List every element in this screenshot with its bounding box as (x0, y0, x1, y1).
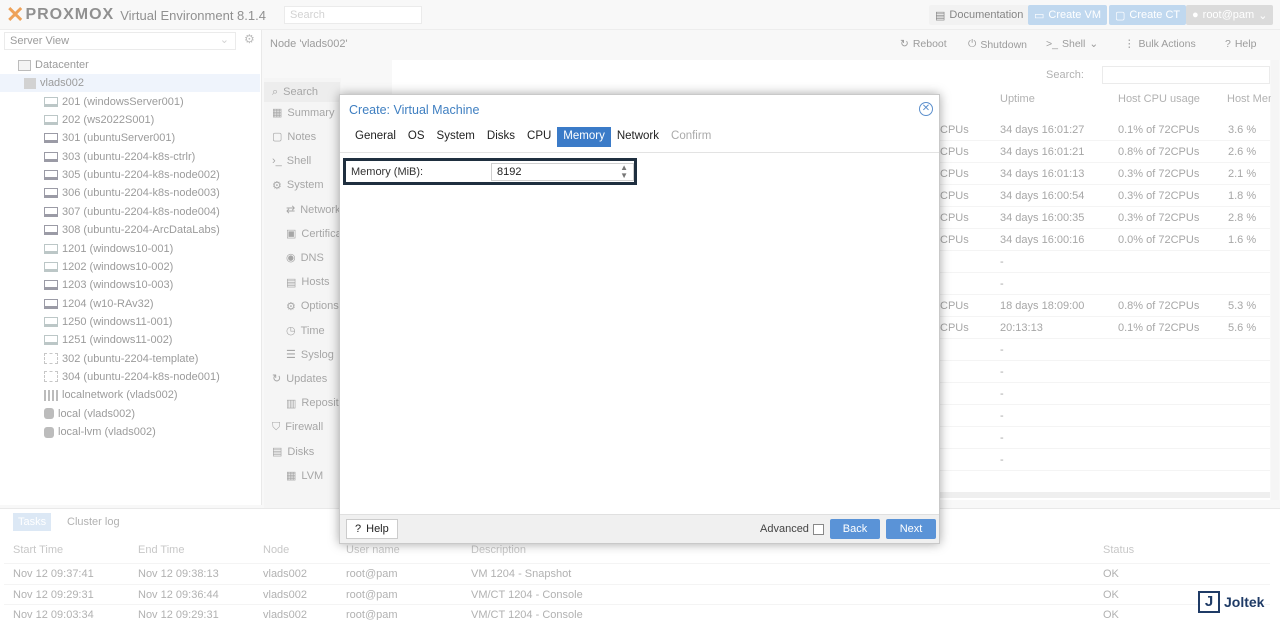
dialog-footer: ? Help Advanced Back Next (340, 514, 939, 543)
tab-divider (340, 152, 939, 153)
close-icon[interactable]: ✕ (919, 102, 933, 116)
help-icon: ? (355, 523, 362, 535)
memory-label: Memory (MiB): (351, 166, 424, 178)
back-button[interactable]: Back (830, 519, 880, 539)
tab-system[interactable]: System (431, 127, 481, 147)
tab-network[interactable]: Network (611, 127, 665, 147)
tab-confirm: Confirm (671, 130, 712, 142)
joltek-j-icon: J (1198, 591, 1220, 613)
advanced-checkbox[interactable] (812, 523, 824, 535)
memory-input[interactable]: 8192 ▲ ▼ (491, 163, 634, 181)
advanced-label: Advanced (760, 523, 809, 535)
spinner-icon[interactable]: ▲ ▼ (620, 164, 628, 180)
memory-value: 8192 (497, 166, 522, 178)
dialog-tabs: General OS System Disks CPU Memory Network Conf… (349, 127, 717, 147)
next-button[interactable]: Next (886, 519, 936, 539)
tab-disks[interactable]: Disks (481, 127, 521, 147)
dialog-title: Create: Virtual Machine (349, 103, 480, 117)
tab-cpu[interactable]: CPU (521, 127, 557, 147)
tab-general[interactable]: General (349, 127, 402, 147)
create-vm-dialog: Create: Virtual Machine ✕ General OS Syste… (339, 94, 940, 544)
dialog-help-button[interactable]: ? Help (346, 519, 398, 539)
tab-os[interactable]: OS (402, 127, 431, 147)
dialog-help-label: Help (366, 523, 389, 535)
memory-field-row: Memory (MiB): 8192 ▲ ▼ (343, 158, 637, 185)
watermark-logo: J Joltek (1198, 590, 1265, 614)
tab-memory[interactable]: Memory (557, 127, 611, 147)
advanced-toggle[interactable]: Advanced (760, 523, 824, 535)
watermark-text: Joltek (1224, 594, 1265, 610)
